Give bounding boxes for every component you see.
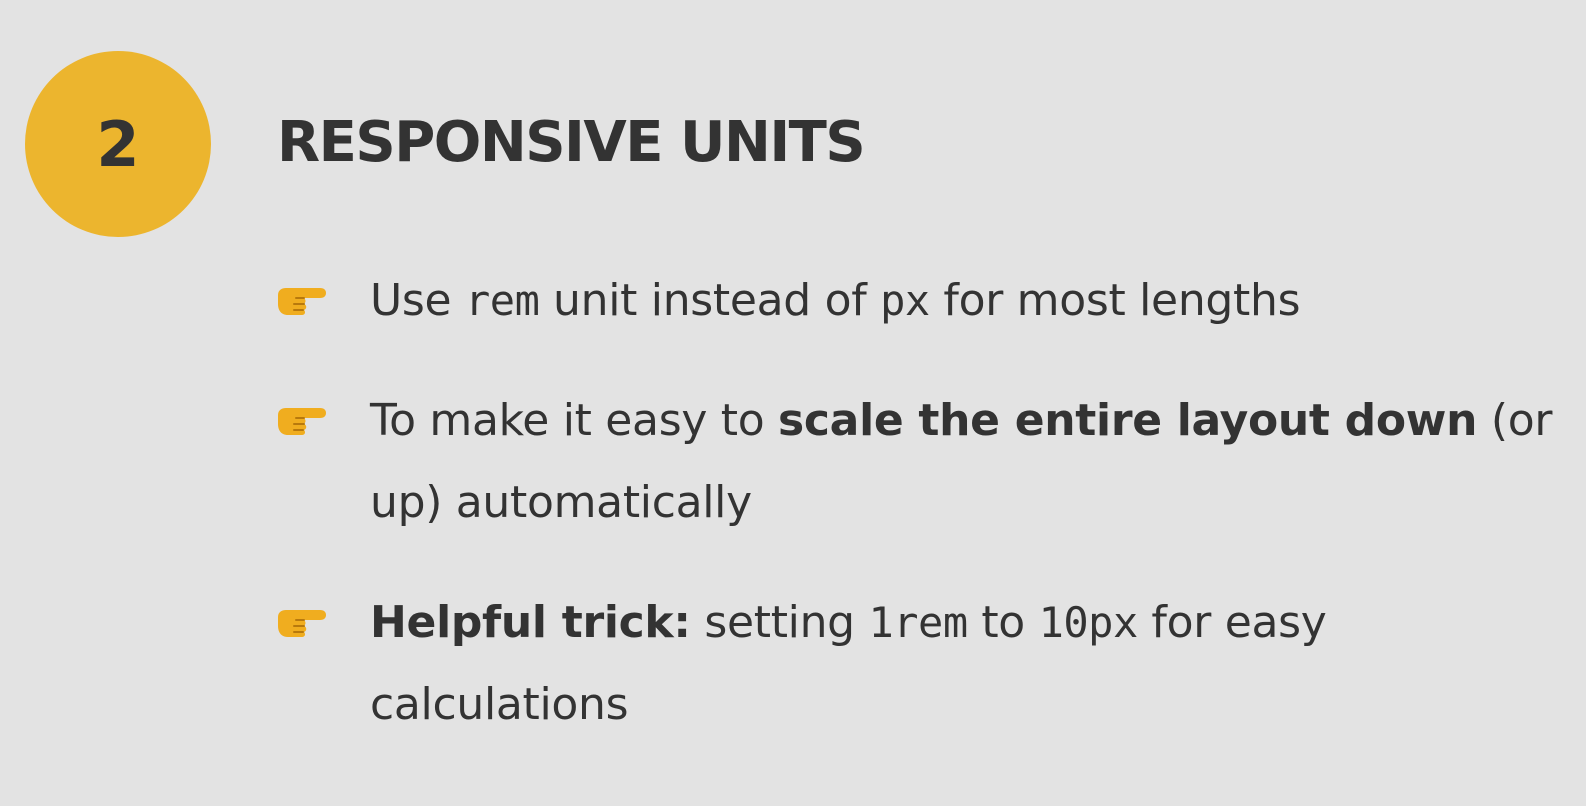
text-segment: To make it easy to [370,395,779,446]
pointing-right-hand-icon [274,380,328,462]
pointing-right-hand-icon [274,260,328,342]
section-number-badge: 2 [25,51,211,237]
emphasis-text: scale the entire layout down [778,395,1478,446]
code-rem: rem [465,276,540,325]
text-segment: to [967,597,1039,648]
text-segment: for most lengths [929,275,1301,326]
text-segment: Use [370,275,465,326]
code-1rem: 1rem [868,598,968,647]
slide-title: RESPONSIVE UNITS [277,110,866,175]
pointing-right-hand-icon [274,582,328,664]
bullet-item-rem-unit: Use rem unit instead of px for most leng… [274,260,1574,342]
code-10px: 10px [1038,598,1139,647]
text-segment: setting [690,597,869,648]
section-number: 2 [96,107,140,181]
code-px: px [880,276,930,325]
bullet-list: Use rem unit instead of px for most leng… [274,260,1574,746]
bullet-item-helpful-trick: Helpful trick: setting 1rem to 10px for … [274,582,1574,746]
emphasis-text: Helpful trick: [370,597,691,648]
text-segment: unit instead of [539,275,881,326]
bullet-text: Helpful trick: setting 1rem to 10px for … [370,582,1574,746]
bullet-text: Use rem unit instead of px for most leng… [370,260,1574,342]
bullet-text: To make it easy to scale the entire layo… [370,380,1574,544]
bullet-item-scale-layout: To make it easy to scale the entire layo… [274,380,1574,544]
